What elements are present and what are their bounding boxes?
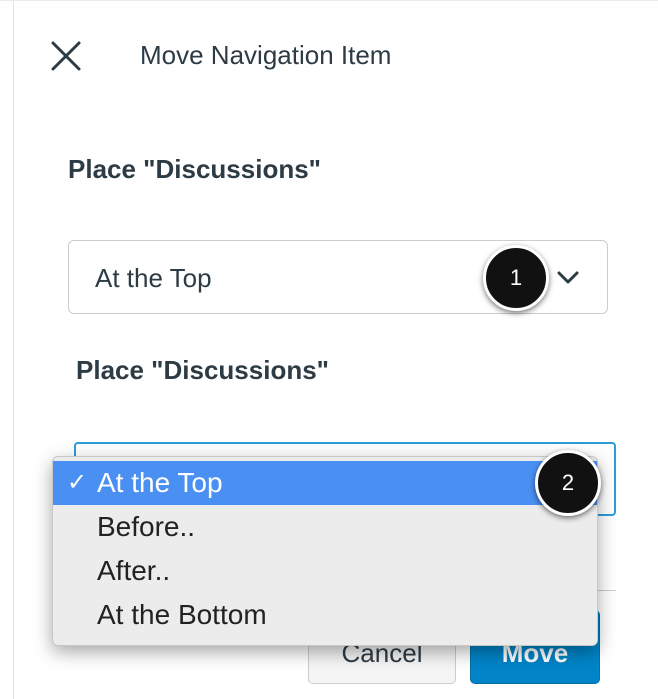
place-label-first: Place "Discussions" [68, 154, 321, 184]
close-icon[interactable] [48, 38, 84, 74]
dropdown-option-at-the-top[interactable]: ✓ At the Top [53, 461, 597, 505]
move-navigation-tray: Move Navigation Item Place "Discussions"… [0, 0, 658, 699]
dropdown-option-before[interactable]: Before.. [53, 505, 597, 549]
placement-select-value: At the Top [95, 263, 212, 293]
tray-left-border [0, 0, 14, 699]
placement-dropdown-menu: ✓ At the Top Before.. After.. At the Bot… [52, 456, 598, 646]
option-label: Before.. [97, 511, 196, 542]
option-label: At the Top [97, 467, 223, 498]
option-label: After.. [97, 555, 171, 586]
callout-badge-2: 2 [535, 450, 601, 516]
top-divider [0, 0, 658, 1]
place-label-second: Place "Discussions" [76, 355, 329, 385]
option-label: At the Bottom [97, 599, 267, 630]
callout-badge-1: 1 [483, 245, 549, 311]
tray-title: Move Navigation Item [140, 40, 392, 70]
chevron-down-icon [557, 271, 579, 284]
checkmark-icon: ✓ [67, 469, 88, 496]
dropdown-option-after[interactable]: After.. [53, 549, 597, 593]
dropdown-option-at-the-bottom[interactable]: At the Bottom [53, 593, 597, 637]
